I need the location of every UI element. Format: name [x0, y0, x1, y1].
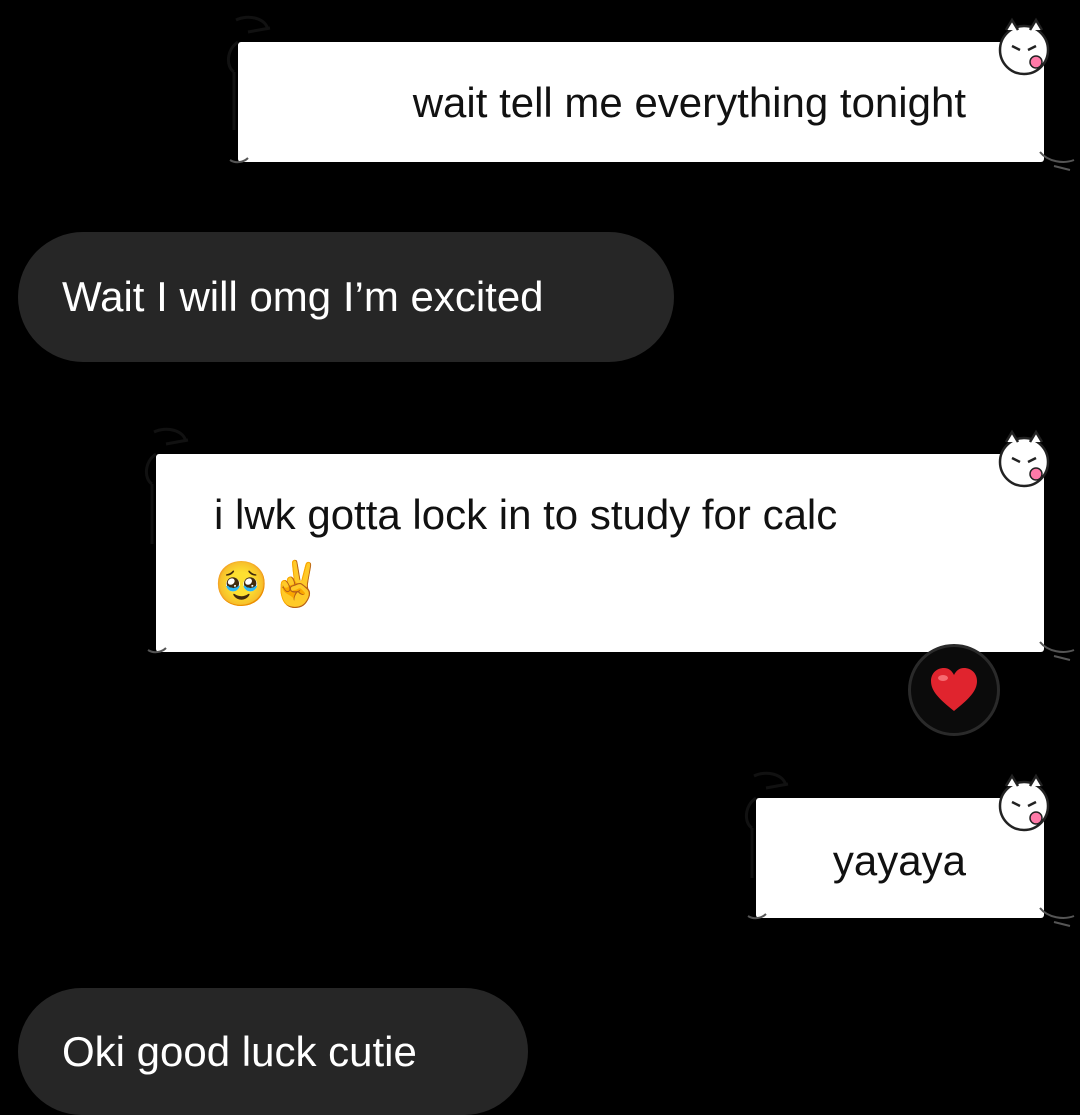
message-text: wait tell me everything tonight: [412, 79, 966, 126]
sent-message-bubble[interactable]: wait tell me everything tonight: [227, 15, 1075, 171]
sent-message-bubble[interactable]: i lwk gotta lock in to study for calc 🥹✌…: [145, 427, 1075, 661]
scroll-decoration-icon: [145, 427, 1075, 661]
red-heart-icon: [931, 668, 977, 711]
reaction-badge[interactable]: [908, 644, 1000, 736]
sent-message-bubble[interactable]: yayaya: [745, 771, 1075, 927]
received-message-bubble[interactable]: Wait I will omg I’m excited: [18, 232, 674, 362]
message-thread: wait tell me everything tonight Wait I w…: [0, 0, 1080, 1115]
message-text: i lwk gotta lock in to study for calc: [214, 491, 838, 538]
message-text: Oki good luck cutie: [62, 1027, 417, 1075]
message-emojis: 🥹✌️: [214, 559, 324, 610]
message-text: yayaya: [832, 837, 966, 884]
received-message-bubble[interactable]: Oki good luck cutie: [18, 988, 528, 1115]
message-text: Wait I will omg I’m excited: [62, 273, 544, 320]
